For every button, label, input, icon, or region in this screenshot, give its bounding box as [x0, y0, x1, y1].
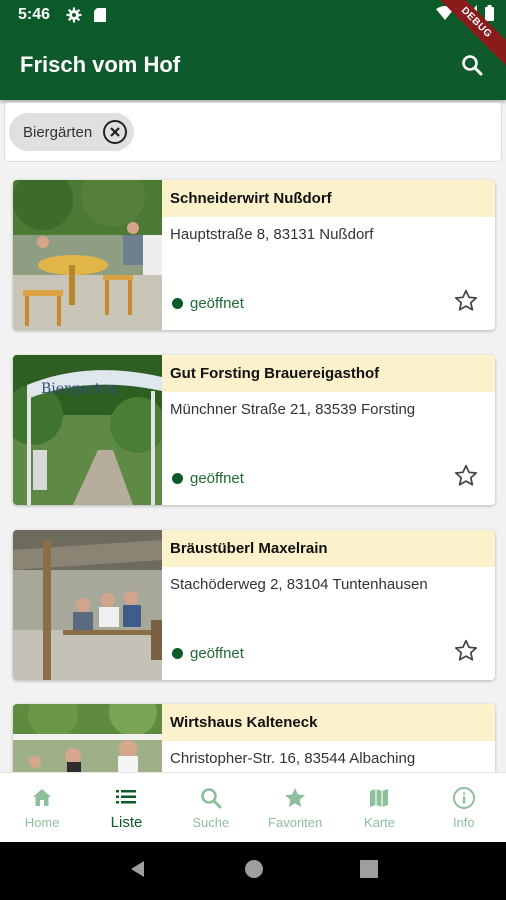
- favorite-star-icon[interactable]: [453, 638, 479, 664]
- filter-chip[interactable]: Biergärten: [9, 113, 135, 151]
- home-button-icon[interactable]: [244, 859, 264, 884]
- info-icon: [451, 785, 477, 811]
- filter-chip-label: Biergärten: [23, 123, 93, 141]
- nav-label: Info: [452, 815, 475, 830]
- restaurant-photo: [13, 530, 162, 680]
- nav-karte[interactable]: Karte: [337, 773, 421, 842]
- status-dot-icon: [172, 473, 183, 484]
- home-icon: [29, 785, 55, 811]
- restaurant-address: Stachöderweg 2, 83104 Tuntenhausen: [170, 576, 428, 593]
- open-status: geöffnet: [172, 470, 244, 487]
- restaurant-name: Wirtshaus Kalteneck: [162, 704, 495, 741]
- map-icon: [366, 785, 392, 811]
- status-time: 5:46: [18, 6, 51, 23]
- nav-label: Karte: [363, 815, 396, 830]
- nav-home[interactable]: Home: [0, 773, 84, 842]
- restaurant-name: Schneiderwirt Nußdorf: [162, 180, 495, 217]
- nav-label: Suche: [192, 815, 230, 830]
- nav-label: Home: [24, 815, 60, 830]
- favorite-star-icon[interactable]: [453, 288, 479, 314]
- nav-label: Favoriten: [268, 815, 323, 830]
- system-navigation-bar: [0, 842, 506, 900]
- restaurant-photo: [13, 704, 162, 772]
- status-dot-icon: [172, 298, 183, 309]
- status-bar: 5:46: [0, 0, 506, 30]
- restaurant-photo: [13, 180, 162, 330]
- bottom-navigation: Home Liste Suche Favoriten Karte Info: [0, 772, 506, 842]
- nav-label: Liste: [110, 814, 143, 831]
- star-icon: [282, 785, 308, 811]
- restaurant-name: Bräustüberl Maxelrain: [162, 530, 495, 567]
- biergarten-sign: Biergarten: [41, 381, 118, 397]
- app-bar: Frisch vom Hof: [0, 30, 506, 100]
- search-icon: [198, 785, 224, 811]
- nav-liste[interactable]: Liste: [84, 773, 168, 842]
- status-label: geöffnet: [190, 295, 244, 312]
- restaurant-address: Hauptstraße 8, 83131 Nußdorf: [170, 226, 374, 243]
- filter-bar: Biergärten: [4, 102, 502, 162]
- nav-favoriten[interactable]: Favoriten: [253, 773, 337, 842]
- restaurant-photo: Biergarten: [13, 355, 162, 505]
- status-label: geöffnet: [190, 645, 244, 662]
- list-item[interactable]: Bräustüberl Maxelrain Stachöderweg 2, 83…: [13, 530, 495, 680]
- restaurant-address: Münchner Straße 21, 83539 Forsting: [170, 401, 416, 418]
- list-icon: [113, 784, 139, 810]
- nav-suche[interactable]: Suche: [169, 773, 253, 842]
- status-dot-icon: [172, 648, 183, 659]
- gear-icon: [66, 7, 82, 23]
- list-item[interactable]: Schneiderwirt Nußdorf Hauptstraße 8, 831…: [13, 180, 495, 330]
- app-title: Frisch vom Hof: [20, 52, 181, 77]
- list-item[interactable]: Wirtshaus Kalteneck Christopher-Str. 16,…: [13, 704, 495, 772]
- back-icon[interactable]: [128, 859, 148, 884]
- sd-card-icon: [92, 7, 108, 23]
- close-icon[interactable]: [102, 119, 128, 145]
- search-icon[interactable]: [456, 49, 488, 81]
- nav-info[interactable]: Info: [422, 773, 506, 842]
- favorite-star-icon[interactable]: [453, 463, 479, 489]
- restaurant-list: Schneiderwirt Nußdorf Hauptstraße 8, 831…: [0, 170, 506, 772]
- list-item[interactable]: Biergarten Gut Forsting Brauereigasthof …: [13, 355, 495, 505]
- restaurant-address: Christopher-Str. 16, 83544 Albaching: [170, 750, 416, 767]
- recents-icon[interactable]: [360, 859, 378, 883]
- status-label: geöffnet: [190, 470, 244, 487]
- open-status: geöffnet: [172, 295, 244, 312]
- restaurant-name: Gut Forsting Brauereigasthof: [162, 355, 495, 392]
- open-status: geöffnet: [172, 645, 244, 662]
